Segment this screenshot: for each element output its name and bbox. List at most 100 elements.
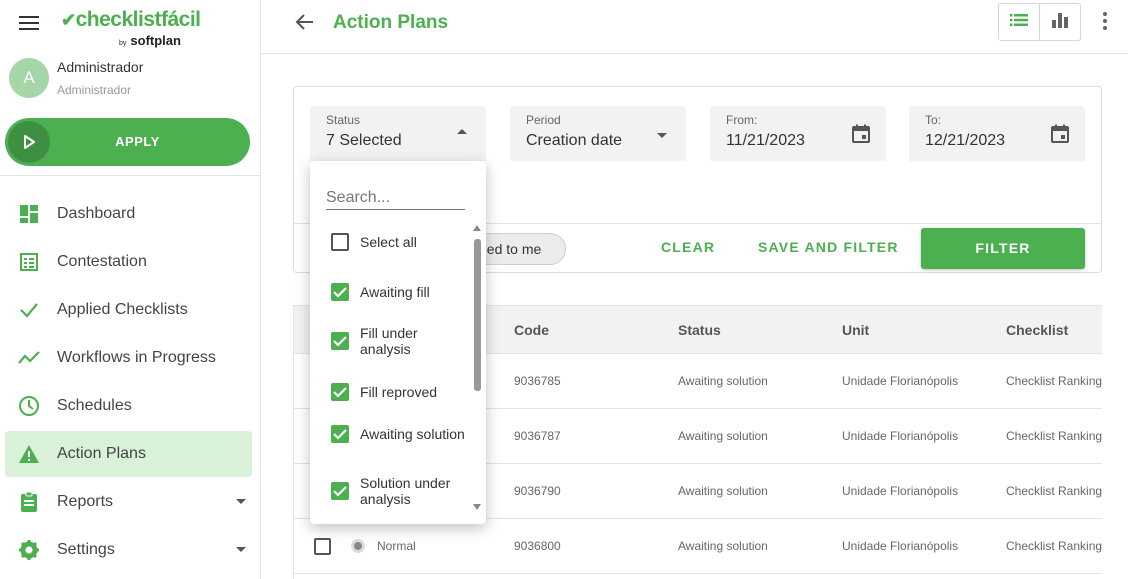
- cell-checklist: Checklist Ranking: [1006, 374, 1102, 388]
- option-select-all[interactable]: Select all: [331, 233, 471, 251]
- cell-unit: Unidade Florianópolis: [842, 374, 959, 388]
- apply-label: APPLY: [115, 134, 160, 149]
- checkbox[interactable]: [331, 283, 349, 301]
- dropdown-scrollbar[interactable]: [473, 225, 481, 510]
- column-header[interactable]: Status: [678, 322, 721, 338]
- cell-code: 9036790: [514, 484, 561, 498]
- menu-icon[interactable]: [19, 16, 39, 32]
- chevron-down-icon: [236, 547, 246, 552]
- checkbox[interactable]: [331, 425, 349, 443]
- sidebar-item-workflows[interactable]: Workflows in Progress: [5, 335, 252, 381]
- to-date-field[interactable]: To: 12/21/2023: [909, 106, 1085, 161]
- user-name: Administrador: [57, 59, 144, 75]
- period-value: Creation date: [526, 132, 623, 149]
- dropdown-search-input[interactable]: Search...: [326, 189, 465, 210]
- clear-button[interactable]: CLEAR: [661, 239, 715, 255]
- sidebar-item-schedules[interactable]: Schedules: [5, 383, 252, 429]
- sidebar-item-reports[interactable]: Reports: [5, 479, 252, 525]
- view-toggle: [998, 3, 1081, 41]
- from-label: From:: [726, 113, 758, 127]
- sidebar-item-settings[interactable]: Settings: [5, 527, 252, 573]
- checkbox[interactable]: [331, 383, 349, 401]
- sidebar-item-action-plans[interactable]: Action Plans: [5, 431, 252, 477]
- scroll-up-icon[interactable]: [473, 225, 481, 231]
- checkmark-icon: [333, 429, 347, 440]
- clipboard-icon: [17, 490, 41, 514]
- contestation-icon: [17, 250, 41, 274]
- cell-checklist: Checklist Ranking: [1006, 429, 1102, 443]
- cell-status: Awaiting solution: [678, 374, 768, 388]
- option-solution-under-analysis[interactable]: Solution under analysis: [331, 475, 471, 507]
- period-select[interactable]: Period Creation date: [510, 106, 686, 161]
- sidebar-item-applied-checklists[interactable]: Applied Checklists: [5, 287, 252, 333]
- avatar[interactable]: A: [9, 58, 49, 98]
- logo-company: softplan: [130, 33, 181, 48]
- list-icon: [1009, 13, 1028, 32]
- sidebar-item-label: Schedules: [57, 397, 132, 414]
- option-awaiting-solution[interactable]: Awaiting solution: [331, 425, 471, 443]
- status-value: 7 Selected: [326, 132, 402, 149]
- checkbox[interactable]: [331, 332, 349, 350]
- caret-down-icon: [657, 133, 667, 138]
- bar-chart-icon: [1051, 12, 1068, 33]
- option-label: Solution under analysis: [360, 475, 451, 507]
- app-root: ✔checklistfácil by softplan A Administrad…: [0, 0, 1128, 579]
- calendar-icon[interactable]: [851, 124, 871, 149]
- checkbox[interactable]: [331, 482, 349, 500]
- cell-unit: Unidade Florianópolis: [842, 429, 959, 443]
- chart-view-button[interactable]: [1040, 4, 1081, 40]
- sidebar-item-label: Dashboard: [57, 205, 136, 222]
- sidebar-item-contestation[interactable]: Contestation: [5, 239, 252, 285]
- user-role: Administrador: [57, 83, 132, 97]
- option-label: Fill under analysis: [360, 325, 418, 357]
- to-label: To:: [925, 113, 942, 127]
- dashboard-icon: [17, 202, 41, 226]
- from-value: 11/21/2023: [726, 132, 805, 149]
- cell-checklist: Checklist Ranking: [1006, 484, 1102, 498]
- cell-status: Awaiting solution: [678, 484, 768, 498]
- sidebar-item-label: Reports: [57, 493, 114, 510]
- sidebar-item-label: Action Plans: [57, 445, 146, 462]
- scroll-down-icon[interactable]: [473, 504, 481, 510]
- sidebar: ✔checklistfácil by softplan A Administrad…: [0, 0, 261, 579]
- back-arrow-icon[interactable]: [295, 12, 315, 38]
- option-label: Awaiting fill: [360, 284, 430, 300]
- row-checkbox[interactable]: [314, 538, 331, 555]
- option-fill-reproved[interactable]: Fill reproved: [331, 383, 471, 401]
- logo-brand: checklistfácil: [75, 8, 201, 31]
- option-fill-under-analysis[interactable]: Fill under analysis: [331, 325, 471, 357]
- calendar-icon[interactable]: [1050, 124, 1070, 149]
- from-date-field[interactable]: From: 11/21/2023: [710, 106, 886, 161]
- page-title: Action Plans: [333, 12, 449, 33]
- to-value: 12/21/2023: [925, 132, 1006, 149]
- list-view-button[interactable]: [999, 4, 1040, 40]
- clock-icon: [17, 394, 41, 418]
- column-header[interactable]: Checklist: [1006, 322, 1068, 338]
- sidebar-item-label: Settings: [57, 541, 115, 558]
- cell-status: Awaiting solution: [678, 539, 768, 553]
- sidebar-item-label: Contestation: [57, 253, 147, 270]
- option-label: Awaiting solution: [360, 426, 465, 442]
- cell-priority: Normal: [377, 539, 416, 553]
- column-header[interactable]: Code: [514, 322, 549, 338]
- more-options-icon[interactable]: [1100, 12, 1110, 33]
- checkbox[interactable]: [331, 233, 349, 251]
- apply-button[interactable]: APPLY: [5, 118, 250, 166]
- period-label: Period: [526, 113, 561, 127]
- sidebar-divider: [0, 175, 260, 176]
- checkmark-icon: [333, 387, 347, 398]
- sidebar-item-dashboard[interactable]: Dashboard: [5, 191, 252, 237]
- option-awaiting-fill[interactable]: Awaiting fill: [331, 283, 471, 301]
- scrollbar-thumb[interactable]: [474, 239, 481, 391]
- cell-unit: Unidade Florianópolis: [842, 539, 959, 553]
- save-and-filter-button[interactable]: SAVE AND FILTER: [758, 239, 899, 255]
- page-header: Action Plans: [261, 0, 1128, 54]
- column-header[interactable]: Unit: [842, 322, 869, 338]
- cell-status: Awaiting solution: [678, 429, 768, 443]
- filter-button[interactable]: FILTER: [921, 228, 1085, 269]
- logo-check-icon: ✔: [61, 10, 76, 30]
- table-row[interactable]: Normal 9036800 Awaiting solution Unidade…: [294, 519, 1102, 574]
- cell-code: 9036800: [514, 539, 561, 553]
- status-select[interactable]: Status 7 Selected: [310, 106, 486, 161]
- checkmark-icon: [333, 287, 347, 298]
